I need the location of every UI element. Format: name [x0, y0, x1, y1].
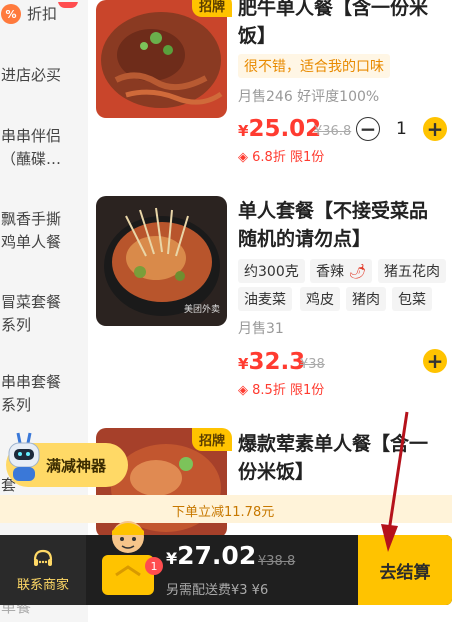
sidebar-item-label: 串串套餐 系列 — [1, 373, 62, 414]
add-to-cart-button[interactable]: + — [423, 349, 447, 373]
price-currency: ¥ — [238, 122, 249, 140]
sidebar-item-label: 进店必买 — [1, 66, 62, 84]
item-sales: 月售31 — [238, 321, 284, 337]
item-chip: 香辣 🌶 — [310, 259, 373, 283]
sidebar-item-must-buy[interactable]: 进店必买 — [0, 64, 88, 87]
price-value: 25.02 — [248, 116, 322, 142]
image-watermark: 美团外卖 — [184, 303, 220, 315]
item-chip: 鸡皮 — [300, 287, 340, 311]
item-image-beef[interactable] — [96, 0, 227, 118]
item-chip: 包菜 — [392, 287, 432, 311]
cart-total-price: ¥27.02 — [166, 541, 256, 570]
item-price: ¥32.3 — [238, 349, 305, 375]
item-chip: 猪五花肉 — [378, 259, 446, 283]
promo-text: 下单立减11.78元 — [172, 505, 275, 520]
price-currency: ¥ — [166, 549, 178, 568]
sidebar-item-chicken[interactable]: 飘香手撕 鸡单人餐 — [0, 208, 88, 254]
coupon-label: 满减神器 — [46, 457, 107, 475]
price-value: 32.3 — [248, 349, 306, 375]
promo-strip: 下单立减11.78元 — [0, 495, 452, 523]
item-title[interactable]: 肥牛单人餐【含一份米饭】 — [238, 0, 446, 50]
sidebar-item-maocai[interactable]: 冒菜套餐 系列 — [0, 291, 88, 337]
sidebar-item-label: 飘香手撕 鸡单人餐 — [1, 210, 62, 251]
item-original-price: ¥36.8 — [314, 124, 352, 139]
item-chip: 约300克 — [238, 259, 305, 283]
decrease-quantity-button[interactable]: − — [356, 117, 380, 141]
discount-label: 6.8折 限1份 — [252, 150, 325, 165]
item-title[interactable]: 单人套餐【不接受菜品随机的请勿点】 — [238, 197, 446, 253]
category-sidebar: % 折扣 进店必买 串串伴侣 （蘸碟… 飘香手撕 鸡单人餐 冒菜套餐 系列 串串… — [0, 0, 88, 622]
cart-count-badge: 1 — [145, 557, 163, 575]
item-chip: 猪肉 — [346, 287, 386, 311]
price-value: 27.02 — [177, 541, 257, 570]
contact-merchant-button[interactable]: 联系商家 — [0, 535, 86, 605]
review-snippet: 很不错，适合我的口味 — [238, 54, 390, 78]
contact-merchant-label: 联系商家 — [16, 577, 69, 593]
delivery-fee: 另需配送费¥3 ¥6 — [166, 583, 269, 598]
cart-original-price: ¥38.8 — [258, 554, 296, 569]
item-sales: 月售246 好评度100% — [238, 89, 380, 105]
signature-tag: 招牌 — [192, 0, 233, 17]
cart-bar: 联系商家 ¥27.02 ¥38.8 另需配送费¥3 ¥6 去结算 — [0, 535, 452, 605]
sidebar-item-label: 折扣 — [27, 4, 58, 23]
sidebar-item-label: 串串伴侣 （蘸碟… — [1, 127, 62, 168]
item-title[interactable]: 爆款荤素单人餐【含一份米饭】 — [238, 430, 446, 486]
item-chip: 油麦菜 — [238, 287, 292, 311]
item-price: ¥25.02 — [238, 116, 321, 142]
discount-tag-icon: ◈ — [238, 383, 248, 398]
menu-page: % 折扣 进店必买 串串伴侣 （蘸碟… 飘香手撕 鸡单人餐 冒菜套餐 系列 串串… — [0, 0, 452, 622]
discount-tag-icon: ◈ — [238, 150, 248, 165]
sidebar-item-label: 冒菜套餐 系列 — [1, 293, 62, 334]
increase-quantity-button[interactable]: + — [423, 117, 447, 141]
sidebar-item-sides[interactable]: 串串伴侣 （蘸碟… — [0, 125, 88, 171]
sidebar-item-discount[interactable]: % 折扣 — [0, 2, 88, 26]
coupon-tool-button[interactable]: 满减神器 — [6, 432, 128, 487]
item-discount: ◈ 8.5折 限1份 — [238, 379, 324, 398]
item-discount: ◈ 6.8折 限1份 — [238, 146, 324, 165]
discount-label: 8.5折 限1份 — [252, 383, 325, 398]
signature-tag: 招牌 — [192, 428, 233, 451]
price-currency: ¥ — [238, 355, 249, 373]
discount-icon: % — [1, 4, 21, 24]
robot-mascot-icon — [8, 432, 40, 481]
item-image-single-set[interactable]: 美团外卖 — [96, 196, 227, 326]
chat-icon — [33, 549, 53, 566]
sidebar-badge — [58, 2, 78, 8]
checkout-button[interactable]: 去结算 — [358, 535, 452, 605]
chili-icon: 🌶 — [348, 264, 367, 280]
sidebar-item-chuanchuan[interactable]: 串串套餐 系列 — [0, 371, 88, 417]
item-original-price: ¥38 — [300, 357, 325, 372]
item-quantity: 1 — [396, 119, 407, 139]
